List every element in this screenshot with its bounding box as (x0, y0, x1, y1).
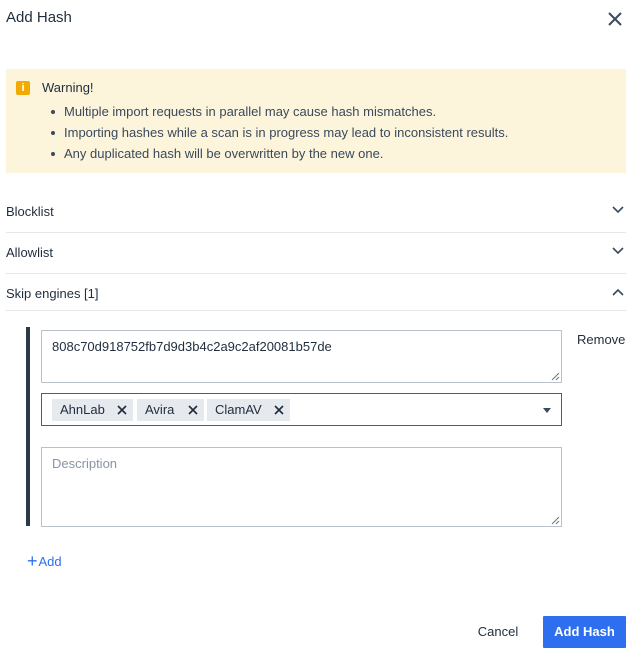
plus-icon: + (27, 551, 38, 571)
engine-chip: Avira (137, 399, 204, 421)
accordion-skip-engines[interactable]: Skip engines [1] (6, 274, 626, 311)
remove-button[interactable]: Remove (577, 332, 625, 347)
warning-banner: i Warning! Multiple import requests in p… (6, 69, 626, 173)
info-icon: i (16, 81, 30, 95)
engine-chip-label: AhnLab (60, 402, 105, 417)
resize-grip-icon[interactable] (551, 372, 560, 381)
caret-down-icon[interactable] (543, 408, 551, 413)
accordion-label: Blocklist (6, 204, 54, 219)
accordion-allowlist[interactable]: Allowlist (6, 233, 626, 274)
add-hash-button[interactable]: Add Hash (543, 616, 626, 648)
add-entry-label: Add (38, 553, 62, 569)
chevron-up-icon (612, 288, 624, 296)
warning-list: Multiple import requests in parallel may… (42, 101, 508, 164)
description-field[interactable]: Description (41, 447, 562, 527)
entry-accent-bar (26, 327, 30, 526)
dialog-title: Add Hash (6, 9, 72, 26)
engine-chip: AhnLab (52, 399, 133, 421)
engine-multiselect[interactable]: AhnLab Avira ClamAV (41, 393, 562, 426)
remove-chip-icon[interactable] (188, 405, 198, 415)
warning-item: Multiple import requests in parallel may… (42, 101, 508, 122)
engine-chip: ClamAV (207, 399, 290, 421)
remove-chip-icon[interactable] (117, 405, 127, 415)
remove-chip-icon[interactable] (274, 405, 284, 415)
resize-grip-icon[interactable] (551, 516, 560, 525)
warning-item: Importing hashes while a scan is in prog… (42, 122, 508, 143)
close-icon[interactable] (606, 10, 624, 28)
add-hash-dialog: Add Hash i Warning! Multiple import requ… (0, 0, 633, 653)
chevron-down-icon (612, 247, 624, 255)
warning-item: Any duplicated hash will be overwritten … (42, 143, 508, 164)
chevron-down-icon (612, 206, 624, 214)
accordion-label: Skip engines [1] (6, 286, 99, 301)
accordion-label: Allowlist (6, 245, 53, 260)
engine-chip-label: Avira (145, 402, 175, 417)
warning-title: Warning! (42, 80, 94, 95)
accordion-blocklist[interactable]: Blocklist (6, 192, 626, 233)
cancel-button[interactable]: Cancel (469, 617, 527, 647)
add-entry-button[interactable]: + Add (27, 551, 62, 571)
engine-chip-label: ClamAV (215, 402, 262, 417)
hash-input[interactable]: 808c70d918752fb7d9d3b4c2a9c2af20081b57de (41, 330, 562, 383)
